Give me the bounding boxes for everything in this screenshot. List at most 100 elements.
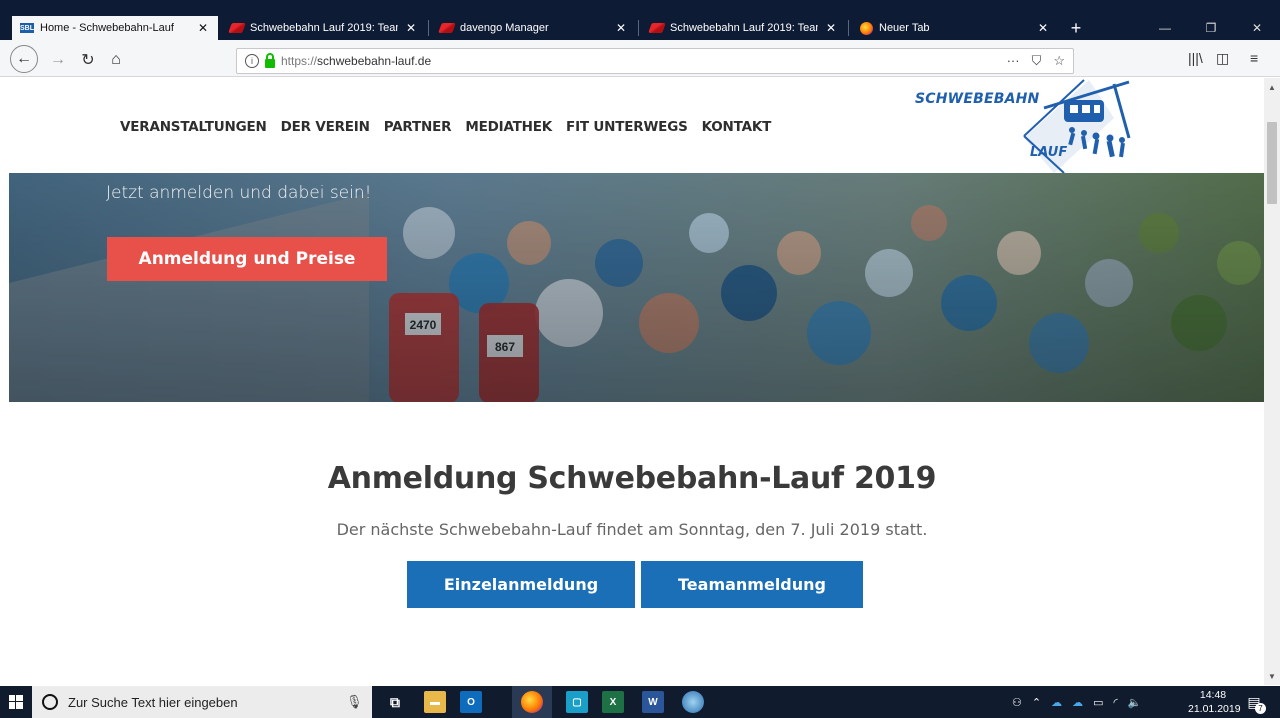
microphone-icon[interactable]: 🎙 (346, 694, 363, 710)
logo-subtitle: LAUF (1030, 145, 1068, 160)
forward-arrow-icon: → (50, 51, 66, 68)
notification-count-badge: 7 (1255, 703, 1266, 714)
new-tab-plus-icon[interactable]: + (1064, 16, 1088, 40)
tab-team-registration-1[interactable]: Schwebebahn Lauf 2019: Team ✕ (222, 16, 426, 40)
page-scrollbar[interactable]: ▲ ▼ (1264, 78, 1280, 685)
tab-title: Neuer Tab (879, 22, 930, 34)
nav-fit-unterwegs[interactable]: FIT UNTERWEGS (566, 119, 688, 135)
url-protocol: https:// (281, 54, 318, 68)
close-window-icon[interactable]: ✕ (1234, 16, 1280, 40)
windows-taskbar: Zur Suche Text hier eingeben 🎙 ⧉ ▬ O ▢ X… (0, 686, 1280, 718)
tab-team-registration-2[interactable]: Schwebebahn Lauf 2019: Team ✕ (642, 16, 846, 40)
site-main-nav: VERANSTALTUNGEN DER VEREIN PARTNER MEDIA… (120, 119, 785, 135)
pocket-icon[interactable]: ⛉ (1032, 53, 1042, 69)
onedrive-business-icon[interactable]: ☁ (1072, 696, 1083, 709)
davengo-favicon-icon (438, 23, 456, 33)
minimize-window-icon[interactable]: — (1142, 16, 1188, 40)
runners-crowd-photo: 2470 867 (9, 173, 1264, 402)
team-registration-button[interactable]: Teamanmeldung (641, 561, 863, 608)
event-date-text: Der nächste Schwebebahn-Lauf findet am S… (336, 520, 928, 539)
people-icon[interactable]: ⚇ (1012, 696, 1022, 709)
word-icon[interactable]: W (642, 691, 664, 713)
address-bar[interactable]: i https://schwebebahn-lauf.de ··· ⛉ ☆ (236, 48, 1074, 74)
tab-separator (638, 20, 639, 36)
nav-der-verein[interactable]: DER VEREIN (281, 119, 370, 135)
bookmark-star-icon[interactable]: ☆ (1053, 53, 1065, 69)
nav-partner[interactable]: PARTNER (384, 119, 452, 135)
close-tab-icon[interactable]: ✕ (824, 21, 838, 35)
browser-navigation-toolbar: ← → ↻ ⌂ i https://schwebebahn-lauf.de ··… (0, 40, 1280, 77)
registration-buttons: Einzelanmeldung Teamanmeldung (407, 561, 863, 608)
task-view-icon[interactable]: ⧉ (384, 691, 406, 713)
scrollbar-thumb[interactable] (1267, 122, 1277, 204)
firefox-taskbar-icon[interactable] (521, 691, 543, 713)
logo-title: SCHWEBEBAHN (915, 91, 1040, 107)
forward-button[interactable]: → (44, 46, 72, 74)
close-tab-icon[interactable]: ✕ (614, 21, 628, 35)
network-icon[interactable]: ▭ (1093, 696, 1103, 709)
tab-title: davengo Manager (460, 22, 549, 34)
start-button[interactable] (0, 686, 32, 718)
show-hidden-icons[interactable]: ⌃ (1032, 696, 1041, 709)
site-info-icon[interactable]: i (245, 54, 259, 68)
windows-logo-icon (9, 695, 23, 709)
library-icon[interactable]: |||\ (1188, 50, 1203, 66)
tab-new-tab[interactable]: Neuer Tab ✕ (852, 16, 1058, 40)
file-explorer-icon[interactable]: ▬ (424, 691, 446, 713)
wifi-icon[interactable]: ◜ (1114, 696, 1118, 709)
tab-davengo-manager[interactable]: davengo Manager ✕ (432, 16, 636, 40)
hero-tagline: Jetzt anmelden und dabei sein! (106, 183, 372, 203)
close-tab-icon[interactable]: ✕ (1036, 21, 1050, 35)
clock-date: 21.01.2019 (1188, 703, 1241, 715)
onedrive-icon[interactable]: ☁ (1051, 696, 1062, 709)
tab-title: Schwebebahn Lauf 2019: Team (670, 22, 818, 34)
nav-mediathek[interactable]: MEDIATHEK (465, 119, 552, 135)
back-button[interactable]: ← (10, 45, 38, 73)
sbl-favicon-icon: SBL (20, 23, 34, 33)
outlook-icon[interactable]: O (460, 691, 482, 713)
single-registration-button[interactable]: Einzelanmeldung (407, 561, 635, 608)
excel-icon[interactable]: X (602, 691, 624, 713)
tab-title: Schwebebahn Lauf 2019: Team (250, 22, 398, 34)
home-button[interactable]: ⌂ (102, 46, 130, 74)
page-actions-icon[interactable]: ··· (1007, 53, 1020, 69)
tab-separator (848, 20, 849, 36)
nav-kontakt[interactable]: KONTAKT (702, 119, 772, 135)
page-viewport: VERANSTALTUNGEN DER VEREIN PARTNER MEDIA… (0, 78, 1264, 685)
site-logo[interactable]: SCHWEBEBAHN LAUF (914, 78, 1154, 173)
sidebar-icon[interactable]: ◫ (1216, 50, 1229, 67)
davengo-favicon-icon (228, 23, 246, 33)
nav-veranstaltungen[interactable]: VERANSTALTUNGEN (120, 119, 267, 135)
scroll-up-icon[interactable]: ▲ (1264, 80, 1280, 94)
close-tab-icon[interactable]: ✕ (404, 21, 418, 35)
reload-icon: ↻ (81, 52, 95, 69)
close-tab-icon[interactable]: ✕ (196, 21, 210, 35)
remote-desktop-icon[interactable]: ▢ (566, 691, 588, 713)
page-title: Anmeldung Schwebebahn-Lauf 2019 (327, 461, 937, 496)
scroll-down-icon[interactable]: ▼ (1264, 669, 1280, 683)
restore-window-icon[interactable]: ❐ (1188, 16, 1234, 40)
url-text: https://schwebebahn-lauf.de (281, 54, 431, 68)
browser-tab-strip: SBL Home - Schwebebahn-Lauf ✕ Schwebebah… (0, 0, 1280, 40)
tab-separator (428, 20, 429, 36)
tab-title: Home - Schwebebahn-Lauf (40, 22, 174, 34)
reload-button[interactable]: ↻ (74, 46, 102, 74)
hero-banner: 2470 867 Jetzt anmelden und dabei sein! … (9, 173, 1264, 402)
davengo-favicon-icon (648, 23, 666, 33)
tab-home-schwebebahn-lauf[interactable]: SBL Home - Schwebebahn-Lauf ✕ (12, 16, 218, 40)
volume-muted-icon[interactable]: 🔈 (1128, 696, 1142, 709)
secure-lock-icon[interactable] (265, 52, 275, 68)
search-placeholder: Zur Suche Text hier eingeben (68, 694, 238, 710)
firefox-favicon-icon (860, 21, 873, 35)
url-host: schwebebahn-lauf.de (317, 54, 432, 68)
home-icon: ⌂ (111, 51, 121, 68)
registration-prices-button[interactable]: Anmeldung und Preise (107, 237, 387, 281)
cortana-icon (42, 694, 58, 710)
action-center-icon[interactable]: ▤ 7 (1244, 692, 1266, 714)
system-tray: ⚇ ⌃ ☁ ☁ ▭ ◜ 🔈 (1012, 686, 1141, 718)
hamburger-menu-icon[interactable]: ≡ (1250, 50, 1258, 66)
browser-app-icon[interactable] (682, 691, 704, 713)
taskbar-clock[interactable]: 14:48 21.01.2019 (1188, 688, 1241, 716)
clock-time: 14:48 (1199, 689, 1227, 701)
taskbar-search-box[interactable]: Zur Suche Text hier eingeben (32, 686, 372, 718)
